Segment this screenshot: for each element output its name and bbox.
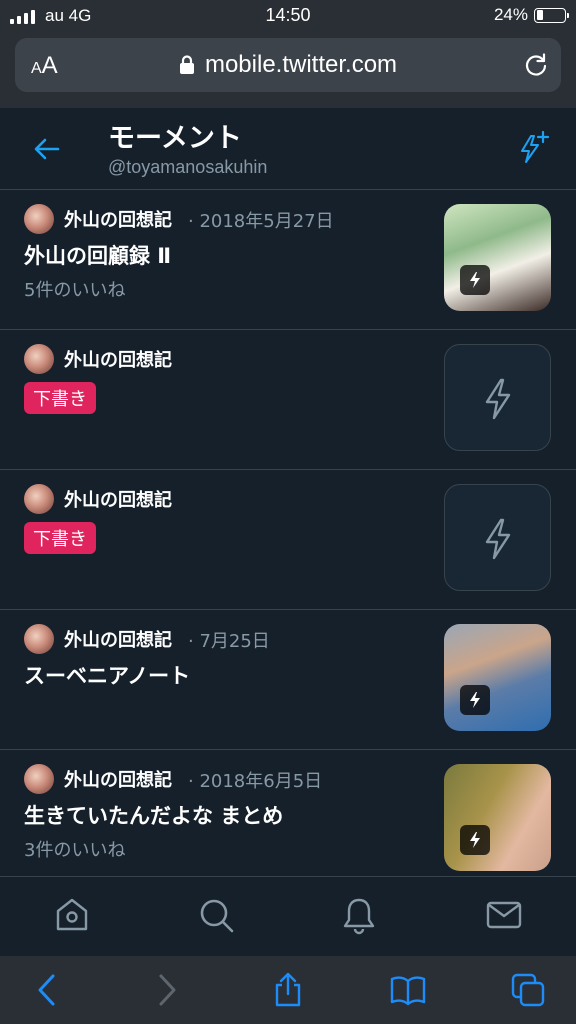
moment-thumbnail — [444, 624, 551, 731]
moment-list: 外山の回想記 · 2018年5月27日 外山の回顧録 Ⅱ 5件のいいね 外山の回… — [0, 190, 576, 890]
browser-address-area: AA mobile.twitter.com — [0, 32, 576, 108]
safari-toolbar — [0, 956, 576, 1024]
status-bar: au 4G 14:50 24% — [0, 0, 576, 32]
status-time: 14:50 — [265, 5, 311, 25]
moment-likes: 3件のいいね — [24, 840, 126, 861]
avatar — [24, 484, 54, 514]
avatar — [24, 204, 54, 234]
new-moment-icon[interactable] — [514, 130, 550, 166]
moment-author: 外山の回想記 — [64, 770, 172, 791]
home-icon[interactable] — [52, 895, 92, 935]
moment-thumbnail-placeholder — [444, 484, 551, 591]
page-title: モーメント — [108, 123, 242, 154]
reload-icon[interactable] — [523, 52, 549, 78]
battery-icon — [534, 7, 569, 23]
moment-bolt-icon — [460, 685, 490, 715]
url-text: mobile.twitter.com — [204, 51, 398, 78]
search-icon[interactable] — [196, 895, 236, 935]
moment-date: · 7月25日 — [188, 631, 270, 652]
back-arrow-icon[interactable] — [32, 134, 62, 164]
status-right: 24% — [493, 5, 569, 25]
address-bar[interactable]: AA mobile.twitter.com — [15, 38, 561, 92]
moment-date: · 2018年6月5日 — [188, 771, 323, 792]
avatar — [24, 624, 54, 654]
share-icon[interactable] — [270, 972, 306, 1008]
moment-date: · 2018年5月27日 — [188, 211, 334, 232]
moment-item-draft[interactable]: 外山の回想記 下書き — [0, 330, 576, 470]
moment-item-draft[interactable]: 外山の回想記 下書き — [0, 470, 576, 610]
draft-badge: 下書き — [24, 382, 96, 414]
battery-percent: 24% — [493, 5, 528, 24]
lightning-icon — [485, 518, 511, 560]
moment-likes: 5件のいいね — [24, 280, 126, 301]
moment-thumbnail — [444, 764, 551, 871]
bookmarks-icon[interactable] — [390, 972, 426, 1008]
moments-header: モーメント @toyamanosakuhin — [0, 108, 576, 190]
avatar — [24, 764, 54, 794]
moment-title: 生きていたんだよな まとめ — [24, 804, 284, 828]
moment-bolt-icon — [460, 825, 490, 855]
url-wrap: mobile.twitter.com — [15, 51, 561, 79]
draft-badge: 下書き — [24, 522, 96, 554]
moment-item[interactable]: 外山の回想記 · 7月25日 スーベニアノート — [0, 610, 576, 750]
moment-thumbnail-placeholder — [444, 344, 551, 451]
moment-author: 外山の回想記 — [64, 630, 172, 651]
tabs-icon[interactable] — [510, 972, 546, 1008]
avatar — [24, 344, 54, 374]
moment-title: スーベニアノート — [24, 664, 191, 688]
moment-item[interactable]: 外山の回想記 · 2018年5月27日 外山の回顧録 Ⅱ 5件のいいね — [0, 190, 576, 330]
page-subtitle: @toyamanosakuhin — [108, 157, 268, 177]
moment-item[interactable]: 外山の回想記 · 2018年6月5日 生きていたんだよな まとめ 3件のいいね — [0, 750, 576, 890]
moment-thumbnail — [444, 204, 551, 311]
moment-title: 外山の回顧録 Ⅱ — [24, 244, 172, 268]
moment-bolt-icon — [460, 265, 490, 295]
lock-icon — [179, 55, 194, 74]
moment-author: 外山の回想記 — [64, 210, 172, 231]
bell-icon[interactable] — [339, 895, 379, 935]
bottom-tab-bar — [0, 876, 576, 956]
mail-icon[interactable] — [484, 895, 524, 935]
back-icon[interactable] — [30, 972, 66, 1008]
moment-author: 外山の回想記 — [64, 350, 172, 371]
moment-author: 外山の回想記 — [64, 490, 172, 511]
lightning-icon — [485, 378, 511, 420]
forward-icon[interactable] — [148, 972, 184, 1008]
